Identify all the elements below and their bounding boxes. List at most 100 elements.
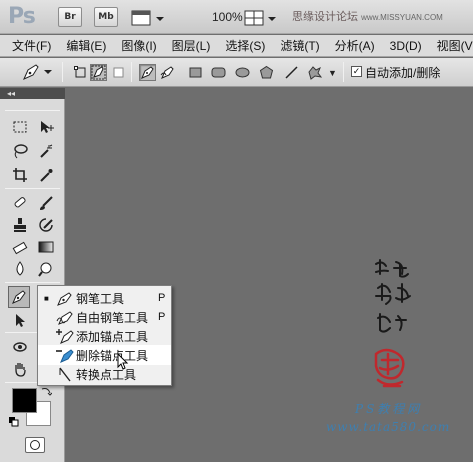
photoshop-logo: Ps [8,4,36,29]
flyout-item-pen[interactable]: ■ 钢笔工具 P [38,288,171,308]
crop-tool[interactable] [9,164,31,186]
3d-rotate-icon [13,342,27,352]
swap-colors-icon[interactable] [40,385,53,397]
fill-pixels-button[interactable] [110,64,127,81]
eyedropper-tool[interactable] [35,164,57,186]
gradient-icon [38,241,54,253]
shortcut-key: P [158,292,166,304]
flyout-item-convert-point[interactable]: 转换点工具 [38,364,171,384]
brush-tool[interactable] [35,192,57,214]
flyout-item-freeform-pen[interactable]: 自由钢笔工具 P [38,307,171,327]
arrange-documents-icon [244,10,276,26]
clone-stamp-tool[interactable] [9,214,31,236]
red-seal-stamp [374,348,405,388]
line-option[interactable] [283,64,300,81]
history-brush-icon [39,218,53,232]
convert-point-icon [59,367,71,382]
pen-icon [141,66,154,79]
eraser-tool[interactable] [9,236,31,258]
view-extras-icon [131,10,164,26]
pen-tool-option[interactable] [139,64,156,81]
flyout-label: 添加锚点工具 [76,329,149,344]
lasso-icon [14,144,28,159]
calligraphy-signature [375,259,411,333]
line-icon [285,66,298,79]
shape-layers-icon [74,66,86,78]
menu-filter[interactable]: 滤镜(T) [280,37,319,54]
rectangle-shape-option[interactable] [187,64,204,81]
menu-analysis[interactable]: 分析(A) [335,37,375,54]
tool-preset-picker[interactable] [20,62,54,82]
flyout-item-add-anchor[interactable]: 添加锚点工具 [38,326,171,346]
3d-rotate-tool[interactable] [9,336,31,358]
flyout-label: 删除锚点工具 [76,348,149,363]
gradient-tool[interactable] [35,236,57,258]
menu-file[interactable]: 文件(F) [12,37,51,54]
canvas-watermark-title: PS教程网 [355,402,423,416]
lasso-tool[interactable] [9,140,31,162]
pen-icon [12,290,26,304]
quick-mask-button[interactable] [25,437,45,453]
toolbox-collapse-bar[interactable]: ◂◂ [0,88,65,99]
custom-shape-icon [308,66,323,80]
marquee-tool[interactable] [9,116,31,138]
add-anchor-icon [56,329,74,344]
brush-icon [40,196,53,210]
dodge-tool[interactable] [35,258,57,280]
view-extras-button[interactable] [130,8,166,28]
menu-layer[interactable]: 图层(L) [172,37,211,54]
delete-anchor-icon [56,349,74,363]
flyout-item-delete-anchor[interactable]: 删除锚点工具 [38,345,171,365]
menu-3d[interactable]: 3D(D) [390,39,422,53]
hand-tool[interactable] [9,358,31,380]
options-separator [62,62,63,82]
flyout-label: 自由钢笔工具 [76,310,149,325]
paths-icon [91,65,106,80]
auto-add-delete-checkbox[interactable]: ✓ [351,66,362,77]
top-watermark-url: www.MISSYUAN.COM [361,13,443,22]
top-watermark: 思缘设计论坛 www.MISSYUAN.COM [292,8,443,24]
default-colors-icon[interactable] [9,416,19,427]
rectangle-icon [189,67,202,78]
toolbox-grip [5,110,60,111]
dodge-icon [38,262,52,277]
pen-tool[interactable] [8,286,30,308]
move-tool[interactable] [35,116,57,138]
toolbox-divider [5,188,60,189]
rounded-rectangle-icon [211,67,226,78]
path-selection-tool[interactable] [9,309,31,331]
menu-image[interactable]: 图像(I) [121,37,156,54]
auto-add-delete-label: 自动添加/删除 [365,66,441,80]
polygon-icon [259,65,274,79]
shape-layers-button[interactable] [72,64,89,81]
custom-shape-dropdown-icon[interactable]: ▼ [328,68,337,78]
healing-brush-tool[interactable] [9,192,31,214]
foreground-color-swatch[interactable] [12,388,37,413]
healing-brush-icon [14,197,26,208]
arrange-documents-button[interactable] [242,8,278,28]
eraser-icon [12,241,28,255]
pen-preset-icon [23,64,52,80]
freeform-pen-option[interactable] [159,64,176,81]
history-brush-tool[interactable] [35,214,57,236]
flyout-label: 钢笔工具 [76,291,125,306]
hand-icon [15,363,26,377]
mini-bridge-button[interactable]: Mb [94,7,118,27]
menu-edit[interactable]: 编辑(E) [66,37,106,54]
paths-button[interactable] [90,64,107,81]
rounded-rectangle-option[interactable] [210,64,227,81]
magic-wand-tool[interactable] [35,140,57,162]
menu-view[interactable]: 视图(V [437,37,473,54]
polygon-option[interactable] [258,64,275,81]
blur-tool[interactable] [9,258,31,280]
mouse-cursor-icon [117,352,129,371]
magic-wand-icon [40,144,53,158]
bridge-button[interactable]: Br [58,7,82,27]
marquee-icon [13,121,27,133]
custom-shape-option[interactable] [306,64,323,81]
ellipse-option[interactable] [234,64,251,81]
ellipse-icon [235,67,250,78]
zoom-level[interactable]: 100% [212,10,243,24]
clone-stamp-icon [14,218,26,232]
menu-select[interactable]: 选择(S) [225,37,265,54]
